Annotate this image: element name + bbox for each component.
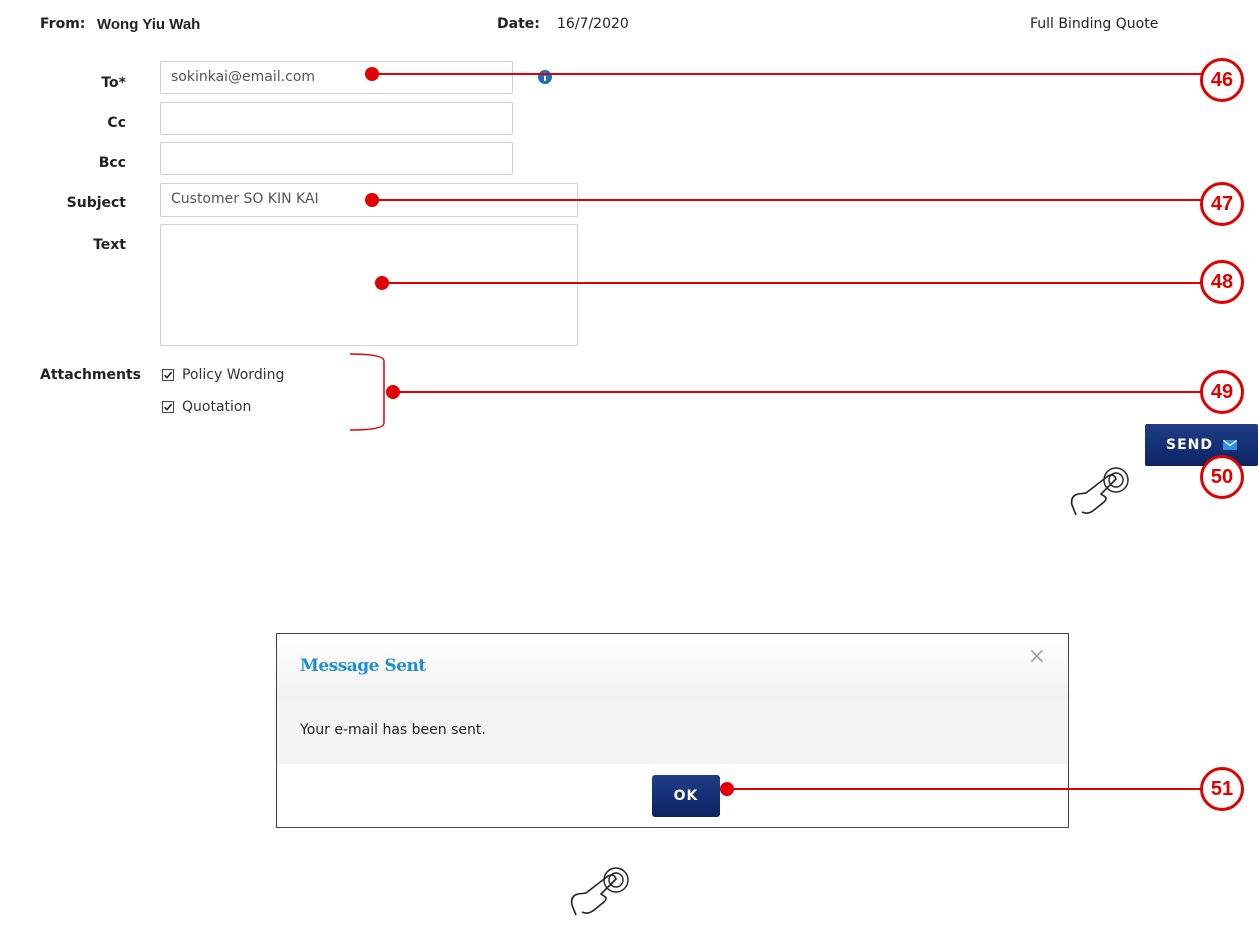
close-icon[interactable]: × [1028,644,1046,669]
callout-dot-51 [720,782,734,796]
dialog-header: Message Sent × [277,634,1068,699]
callout-dot-47 [365,193,379,207]
date-label: Date: [497,16,540,32]
from-label: From: [40,16,86,32]
attachments-label: Attachments [40,367,142,383]
callout-badge-51: 51 [1200,767,1244,811]
attachment-label: Policy Wording [182,367,285,383]
attachments-bracket [349,353,390,437]
ok-button[interactable]: OK [652,775,720,817]
callout-badge-46: 46 [1200,58,1244,102]
checkbox-checked-icon[interactable] [162,401,174,413]
cc-label: Cc [107,115,126,131]
callout-line-48 [382,282,1202,284]
to-field[interactable]: sokinkai@email.com [160,61,513,94]
callout-line-49 [393,391,1202,393]
text-label: Text [93,237,126,253]
info-icon[interactable] [538,69,552,88]
tap-hand-icon [1068,460,1138,524]
from-value: Wong Yiu Wah [97,16,201,33]
callout-line-46 [372,73,1202,75]
callout-dot-46 [365,67,379,81]
callout-line-47 [372,199,1202,201]
ok-button-label: OK [673,788,699,804]
attachment-label: Quotation [182,399,252,415]
dialog-body: Your e-mail has been sent. [277,699,1068,764]
message-sent-dialog: Message Sent × Your e-mail has been sent… [276,633,1069,828]
dialog-title: Message Sent [300,656,426,676]
callout-badge-50: 50 [1200,455,1244,499]
dialog-message: Your e-mail has been sent. [300,722,486,738]
send-button-label: SEND [1166,437,1213,453]
callout-dot-48 [375,276,389,290]
bcc-label: Bcc [98,155,126,171]
subject-label: Subject [66,195,126,211]
attachment-quotation[interactable]: Quotation [162,399,251,415]
bcc-field[interactable] [160,142,513,175]
callout-badge-49: 49 [1200,370,1244,414]
checkbox-checked-icon[interactable] [162,369,174,381]
envelope-icon [1222,440,1237,450]
callout-badge-48: 48 [1200,260,1244,304]
tap-hand-icon [568,860,638,924]
quote-type: Full Binding Quote [1030,16,1159,32]
cc-field[interactable] [160,102,513,135]
callout-dot-49 [386,385,400,399]
to-label: To* [101,75,126,91]
send-button[interactable]: SEND [1145,424,1258,466]
text-area[interactable] [160,224,578,346]
attachment-policy-wording[interactable]: Policy Wording [162,367,284,383]
callout-badge-47: 47 [1200,182,1244,226]
date-value: 16/7/2020 [557,16,629,32]
callout-line-51 [727,788,1202,790]
